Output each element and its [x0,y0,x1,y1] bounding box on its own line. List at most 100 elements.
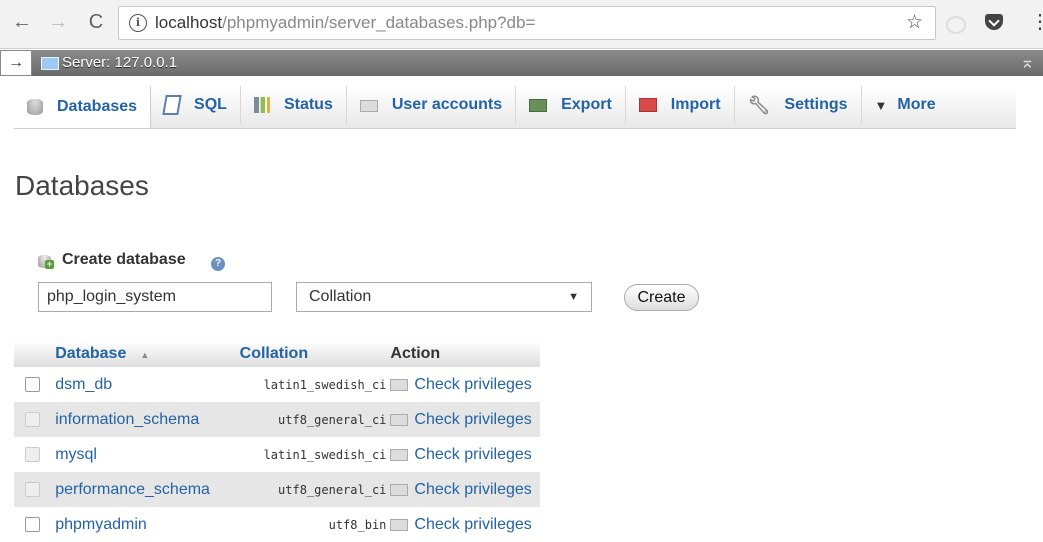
tab-user-accounts[interactable]: User accounts [347,86,517,124]
header-collation: Collation [239,341,391,367]
collation-cell: utf8_general_ci [239,402,391,437]
check-privileges-label: Check privileges [414,375,532,393]
row-checkbox-cell [14,507,56,542]
tab-label: Export [561,96,612,113]
row-checkbox [25,446,40,462]
collation-cell: latin1_swedish_ci [239,367,391,402]
url-host: localhost [155,13,223,32]
collation-value: utf8_general_ci [278,482,387,497]
address-bar[interactable]: i localhost/phpmyadmin/server_databases.… [118,6,936,40]
privileges-icon [390,378,409,391]
database-name[interactable]: phpmyadmin [55,507,240,542]
create-button[interactable]: Create [624,284,699,311]
page-title: Databases [15,170,149,201]
collation-select-value: Collation [309,288,372,305]
address-url[interactable]: localhost/phpmyadmin/server_databases.ph… [155,13,535,33]
tab-sql[interactable]: SQL [151,86,241,124]
database-name[interactable]: dsm_db [55,367,240,402]
scroll-top-icon[interactable]: ⌅ [1020,52,1035,73]
row-checkbox-cell [14,472,56,507]
collation-cell: utf8_bin [239,507,391,542]
header-database[interactable]: Database ▲ [55,341,240,367]
tab-label: Settings [784,96,848,113]
header-database-label: Database [55,345,127,362]
row-checkbox[interactable] [25,516,40,532]
tab-export[interactable]: Export [516,86,626,124]
action-cell: Check privileges [390,472,540,507]
table-header-row: Database ▲ Collation Action [14,341,540,367]
collation-value: latin1_swedish_ci [263,447,387,462]
bookmark-star-icon[interactable]: ☆ [906,11,923,34]
collation-value: utf8_general_ci [278,412,387,427]
back-arrow-icon[interactable]: ← [10,10,34,34]
tab-status[interactable]: Status [241,86,347,124]
database-name[interactable]: mysql [55,437,240,472]
check-privileges-label: Check privileges [414,515,532,533]
info-icon[interactable]: i [129,14,147,32]
tab-settings[interactable]: 🔧︎ Settings [735,86,862,124]
dropdown-arrow-icon: ▼ [568,291,579,303]
privileges-icon [390,448,409,461]
row-checkbox-cell [14,367,56,402]
help-icon[interactable]: ? [211,257,225,271]
database-name[interactable]: information_schema [55,402,240,437]
collation-cell: latin1_swedish_ci [239,437,391,472]
row-checkbox-cell [14,437,56,472]
database-name[interactable]: performance_schema [55,472,240,507]
check-privileges-link[interactable]: Check privileges [390,411,540,429]
check-privileges-link[interactable]: Check privileges [390,481,540,499]
tab-label: Import [670,96,721,113]
server-breadcrumb-bar: → Server: 127.0.0.1 ⌅ [0,50,1043,76]
table-row: phpmyadmin utf8_bin Check privileges [14,507,540,542]
server-icon [41,57,59,70]
action-cell: Check privileges [390,507,540,542]
check-privileges-link[interactable]: Check privileges [390,446,540,464]
wrench-icon: 🔧︎ [747,94,771,115]
collation-value: latin1_swedish_ci [263,377,387,392]
table-row: performance_schema utf8_general_ci Check… [14,472,540,507]
sort-ascending-icon: ▲ [140,350,150,360]
check-privileges-link[interactable]: Check privileges [390,376,540,394]
header-checkbox-cell [14,341,56,367]
collation-cell: utf8_general_ci [239,472,391,507]
menu-dots-icon[interactable]: ⋮ [1030,12,1043,32]
privileges-icon [390,483,409,496]
sql-icon [162,95,182,115]
tab-import[interactable]: Import [626,86,735,124]
collation-select[interactable]: Collation ▼ [296,282,592,312]
action-cell: Check privileges [390,437,540,472]
forward-arrow-icon[interactable]: → [46,10,70,34]
check-privileges-link[interactable]: Check privileges [390,516,540,534]
browser-toolbar: ← → C i localhost/phpmyadmin/server_data… [0,0,1043,49]
tab-label: Status [283,96,333,113]
row-checkbox-cell [14,402,56,437]
tab-label: More [897,96,936,113]
server-label[interactable]: Server: 127.0.0.1 [62,54,177,71]
header-action-label: Action [390,345,441,362]
check-privileges-label: Check privileges [414,445,532,463]
tab-label: User accounts [391,96,503,113]
tab-databases[interactable]: Databases [14,86,152,128]
triangle-down-icon: ▼ [874,97,888,113]
reload-icon[interactable]: C [84,10,108,34]
privileges-icon [390,518,409,531]
top-menu-tabs: Databases SQL Status User accounts Expor… [14,86,1016,129]
database-name-input[interactable] [38,282,272,312]
database-add-icon: + [38,254,54,270]
tab-label: Databases [57,98,138,115]
header-action: Action [390,341,540,367]
create-database-label: Create database [62,251,186,268]
collapse-navigation-button[interactable]: → [0,50,32,76]
row-checkbox[interactable] [25,376,40,392]
action-cell: Check privileges [390,367,540,402]
extension-icon[interactable] [946,16,966,34]
collation-value: utf8_bin [328,517,387,532]
pocket-icon[interactable] [985,14,1003,30]
row-checkbox [25,481,40,497]
check-privileges-label: Check privileges [414,480,532,498]
url-path: /phpmyadmin/server_databases.php?db= [222,13,536,32]
tab-more[interactable]: ▼ More [862,86,949,124]
database-icon [27,99,43,115]
table-row: mysql latin1_swedish_ci Check privileges [14,437,540,472]
table-row: information_schema utf8_general_ci Check… [14,402,540,437]
